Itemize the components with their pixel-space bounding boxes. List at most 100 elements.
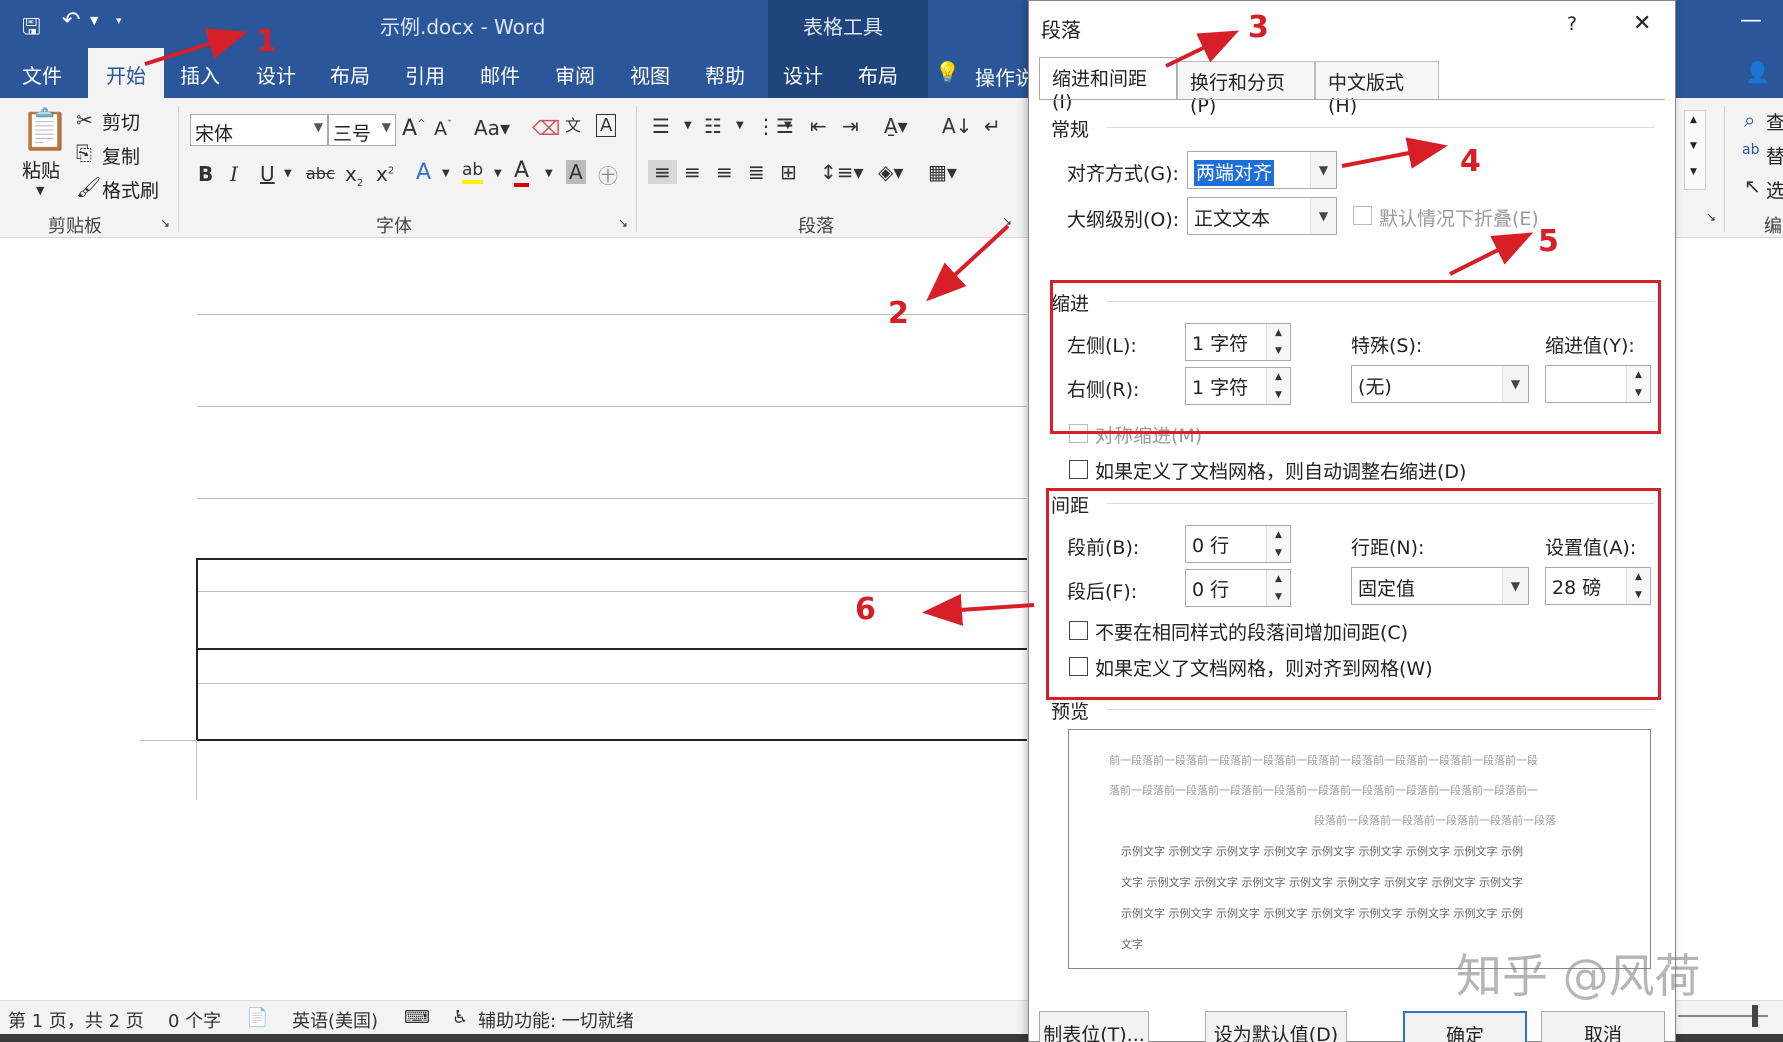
asian-layout-icon[interactable]: A̱▾ [884,114,908,138]
sort-icon[interactable]: A↓ [942,114,972,138]
tab-layout[interactable]: 布局 [330,60,370,89]
increase-indent-icon[interactable]: ⇥ [842,114,859,138]
cancel-button[interactable]: 取消 [1541,1011,1665,1042]
input-mode-icon[interactable]: ⌨ [404,1007,430,1028]
justify-icon[interactable]: ≣ [748,160,765,184]
close-icon[interactable]: ✕ [1633,11,1651,36]
strikethrough-icon[interactable]: abc [306,164,335,183]
collapse-default-checkbox[interactable] [1353,206,1372,225]
set-default-button[interactable]: 设为默认值(D) [1205,1011,1347,1042]
font-color-dropdown-icon[interactable]: ▼ [545,168,553,179]
enclose-characters-icon[interactable]: ㊉ [598,160,618,189]
borders-icon[interactable]: ▦▾ [928,160,957,184]
clear-formatting-icon[interactable]: ⌫ [532,116,560,140]
line-spacing-icon[interactable]: ↕≡▾ [820,160,864,184]
align-center-icon[interactable]: ≡ [684,160,701,184]
align-right-icon[interactable]: ≡ [716,160,733,184]
text-effects-dropdown-icon[interactable]: ▼ [442,168,450,179]
distributed-icon[interactable]: ⊞ [780,160,797,184]
zoom-slider-thumb[interactable] [1752,1005,1758,1027]
underline-icon[interactable]: U [260,162,275,186]
shading-icon[interactable]: ◈▾ [878,160,903,184]
accessibility-icon[interactable]: ♿ [452,1007,468,1028]
auto-adjust-indent-checkbox[interactable] [1069,460,1088,479]
highlight-icon[interactable]: ab [462,160,484,184]
text-effects-icon[interactable]: A [416,160,431,185]
proofing-icon[interactable]: 📄 [246,1007,268,1028]
tab-insert[interactable]: 插入 [180,60,220,89]
tab-design[interactable]: 设计 [256,60,296,89]
character-border-icon[interactable]: A [596,114,617,137]
copy-icon[interactable]: ⎘ [76,141,92,165]
grow-font-icon[interactable]: A^ [402,116,425,141]
find-button[interactable]: 查 [1766,108,1783,135]
tab-mailings[interactable]: 邮件 [480,60,520,89]
select-icon[interactable]: ↖ [1744,174,1761,198]
customize-toolbar-icon[interactable]: ▾ [116,14,122,27]
tab-file[interactable]: 文件 [22,60,62,89]
shrink-font-icon[interactable]: Aˇ [434,118,452,140]
bullets-icon[interactable]: ☰ [652,114,670,138]
tell-me-box[interactable]: 操作说 [975,62,1035,91]
share-user-icon[interactable]: 👤 [1745,60,1770,84]
tab-asian-typography[interactable]: 中文版式(H) [1315,61,1439,117]
numbering-icon[interactable]: ☷ [704,114,722,138]
select-button[interactable]: 选 [1766,176,1783,203]
font-launcher-icon[interactable]: ↘ [618,216,628,230]
help-icon[interactable]: ? [1567,13,1577,35]
tabs-button[interactable]: 制表位(T)... [1039,1011,1149,1042]
scissors-icon[interactable]: ✂ [76,108,93,132]
tab-references[interactable]: 引用 [405,60,445,89]
styles-scroll[interactable]: ▲ ▼ ▼ [1684,110,1706,190]
outline-level-select[interactable]: 正文文本 ▼ [1187,197,1337,235]
bullets-dropdown-icon[interactable]: ▼ [684,120,692,131]
tab-table-layout[interactable]: 布局 [858,60,898,89]
minimize-icon[interactable]: — [1740,8,1762,33]
styles-launcher-icon[interactable]: ↘ [1706,210,1716,224]
change-case-icon[interactable]: Aa▾ [474,116,510,140]
tab-view[interactable]: 视图 [630,60,670,89]
undo-icon[interactable]: ↶ [62,8,80,33]
tab-line-page-breaks[interactable]: 换行和分页(P) [1177,61,1315,117]
tab-indents-spacing[interactable]: 缩进和间距(I) [1039,57,1177,113]
paste-button[interactable]: 粘贴 [22,156,60,183]
highlight-dropdown-icon[interactable]: ▼ [494,168,502,179]
show-marks-icon[interactable]: ↵ [984,114,1001,138]
word-count[interactable]: 0 个字 [168,1007,221,1033]
character-shading-icon[interactable]: A [566,160,586,184]
numbering-dropdown-icon[interactable]: ▼ [736,120,744,131]
accessibility-status[interactable]: 辅助功能: 一切就绪 [478,1007,634,1033]
save-icon[interactable]: 🖫 [22,10,41,48]
decrease-indent-icon[interactable]: ⇤ [810,114,827,138]
align-left-icon[interactable]: ≡ [648,160,677,184]
multilevel-dropdown-icon[interactable]: ▼ [784,120,792,131]
find-icon[interactable]: ⌕ [1744,108,1755,132]
lightbulb-icon[interactable]: 💡 [935,60,960,84]
format-painter-icon[interactable]: 🖌 [76,175,101,199]
font-name-combo[interactable]: 宋体 ▼ [190,114,328,146]
format-painter-button[interactable]: 格式刷 [102,176,159,203]
subscript-icon[interactable]: x2 [345,162,363,189]
ok-button[interactable]: 确定 [1403,1011,1527,1042]
replace-button[interactable]: 替 [1766,142,1783,169]
copy-button[interactable]: 复制 [102,142,140,169]
underline-dropdown-icon[interactable]: ▼ [284,168,292,179]
cut-button[interactable]: 剪切 [102,108,140,135]
clipboard-launcher-icon[interactable]: ↘ [160,216,170,230]
tab-review[interactable]: 审阅 [555,60,595,89]
tab-help[interactable]: 帮助 [705,60,745,89]
superscript-icon[interactable]: x2 [376,162,394,186]
paragraph-launcher-icon[interactable]: ↘ [1002,214,1012,228]
language-status[interactable]: 英语(美国) [292,1007,378,1033]
font-size-combo[interactable]: 三号 ▼ [328,114,396,146]
font-color-icon[interactable]: A [514,158,530,187]
undo-dropdown-icon[interactable]: ▼ [90,14,98,27]
tab-table-design[interactable]: 设计 [783,60,823,89]
paste-dropdown-icon[interactable]: ▼ [36,184,44,197]
phonetic-guide-icon[interactable]: 文 [565,112,581,136]
paste-icon[interactable]: 📋 [20,106,70,153]
page-count[interactable]: 第 1 页，共 2 页 [8,1007,144,1033]
replace-icon[interactable]: ab [1742,142,1759,158]
bold-icon[interactable]: B [198,162,213,186]
italic-icon[interactable]: I [230,162,238,186]
